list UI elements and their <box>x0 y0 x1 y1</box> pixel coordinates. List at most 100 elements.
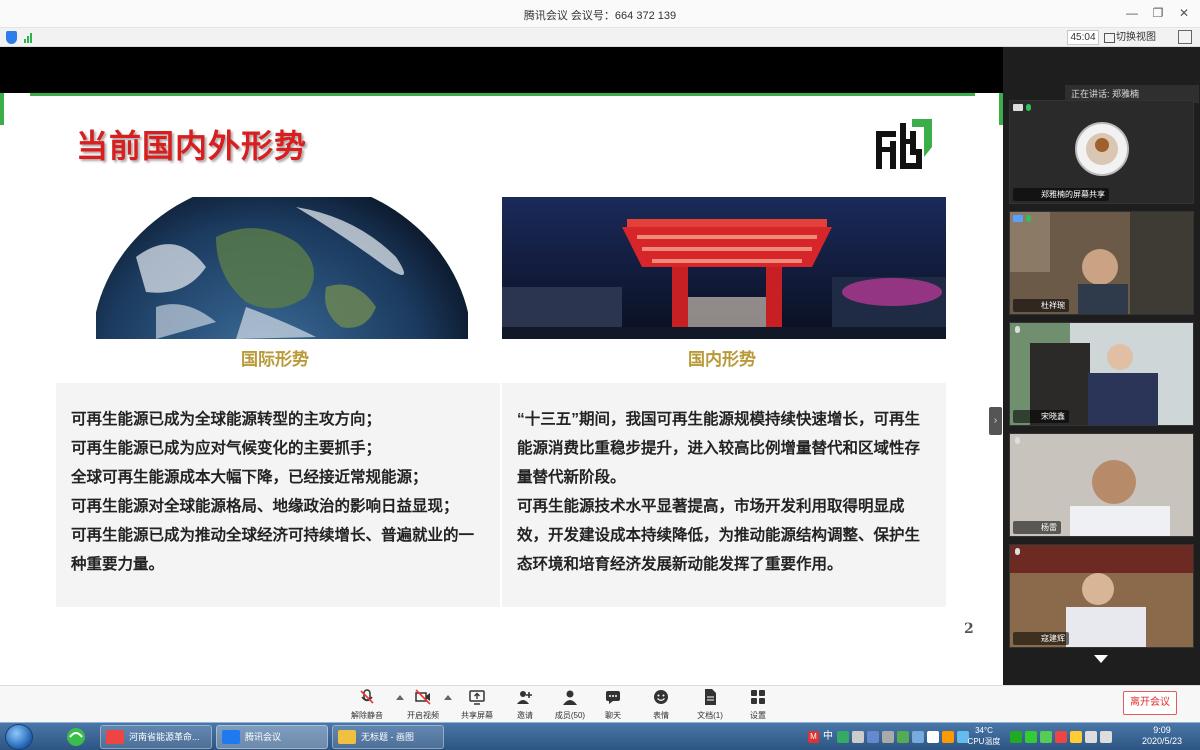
share-screen-icon <box>469 690 485 705</box>
tray-icon[interactable] <box>1055 731 1067 743</box>
document-icon <box>705 689 716 705</box>
tray-icon[interactable] <box>942 731 954 743</box>
cpu-temp-label: CPU温度 <box>967 737 1001 746</box>
mic-on-icon <box>1026 215 1031 222</box>
close-icon[interactable]: ✕ <box>1176 4 1192 22</box>
participant-tile[interactable]: 郑雅楠的屏幕共享 <box>1009 100 1194 204</box>
title-bar: 腾讯会议 会议号：664 372 139 — ❐ ✕ <box>0 0 1200 28</box>
participant-tile[interactable]: 杨雷 <box>1009 433 1194 537</box>
cpu-temp-value: 34°C <box>975 726 993 735</box>
unmute-button[interactable]: 解除静音 <box>342 688 392 721</box>
chat-icon <box>606 691 620 704</box>
participant-name: 寇建辉 <box>1013 632 1069 645</box>
volume-icon[interactable] <box>1100 731 1112 743</box>
mic-muted-icon <box>360 689 374 704</box>
domestic-panel: “十三五”期间，我国可再生能源规模持续快速增长，可再生能源消费比重稳步提升，进入… <box>502 383 946 607</box>
taskbar-item-paint[interactable]: 无标题 - 画图 <box>332 725 444 749</box>
slide-title: 当前国内外形势 <box>76 128 308 164</box>
chat-label: 聊天 <box>605 711 621 720</box>
tray-icon[interactable] <box>1040 731 1052 743</box>
network-icon[interactable] <box>1085 731 1097 743</box>
invite-button[interactable]: 邀请 <box>500 688 550 721</box>
system-clock[interactable]: 9:09 2020/5/23 <box>1128 725 1196 747</box>
chat-button[interactable]: 聊天 <box>588 688 638 721</box>
domestic-caption: 国内形势 <box>688 350 756 370</box>
network-signal-icon[interactable] <box>24 32 32 43</box>
taskbar-item-label: 腾讯会议 <box>245 732 282 742</box>
taskbar-item-tencent-meeting[interactable]: 腾讯会议 <box>216 725 328 749</box>
earth-image <box>96 197 468 339</box>
settings-label: 设置 <box>750 711 766 720</box>
international-panel: 可再生能源已成为全球能源转型的主攻方向； 可再生能源已成为应对气候变化的主要抓手… <box>56 383 500 607</box>
documents-button[interactable]: 文档(1) <box>685 688 735 721</box>
participant-name: 宋晓鑫 <box>1013 410 1069 423</box>
international-caption: 国际形势 <box>241 350 309 370</box>
fullscreen-icon[interactable] <box>1178 30 1192 44</box>
restore-icon[interactable]: ❐ <box>1150 4 1166 22</box>
tray-icon[interactable] <box>1025 731 1037 743</box>
mic-muted-icon <box>1015 326 1020 333</box>
collapse-panel-button[interactable]: › <box>989 407 1002 435</box>
minimize-icon[interactable]: — <box>1124 4 1140 22</box>
participant-name: 杨雷 <box>1013 521 1061 534</box>
participant-tile[interactable]: 杜祥琬 <box>1009 211 1194 315</box>
video-options-caret-icon[interactable] <box>444 695 452 700</box>
unmute-label: 解除静音 <box>351 711 383 720</box>
meeting-toolbar: 解除静音 开启视频 共享屏幕 邀请 成员(50) 聊天 表情 文档(1) 设置 … <box>0 685 1200 722</box>
participant-tile[interactable]: 寇建辉 <box>1009 544 1194 648</box>
reactions-button[interactable]: 表情 <box>636 688 686 721</box>
tencent-meeting-icon <box>222 730 240 744</box>
slide-page-number: 2 <box>964 621 974 637</box>
taskbar-item-label: 无标题 - 画图 <box>361 732 414 742</box>
settings-grid-icon <box>751 690 765 704</box>
mic-on-icon <box>1026 104 1031 111</box>
tray-icon[interactable] <box>1010 731 1022 743</box>
tray-icon[interactable] <box>852 731 864 743</box>
slide-edge-left <box>0 93 4 125</box>
participant-video-panel: 正在讲话: 郑雅楠 郑雅楠的屏幕共享 杜祥琬 宋晓鑫 杨雷 寇建辉 <box>1003 47 1200 685</box>
clock-time: 9:09 <box>1153 725 1171 735</box>
international-text: 可再生能源已成为全球能源转型的主攻方向； 可再生能源已成为应对气候变化的主要抓手… <box>71 411 475 573</box>
participant-tile[interactable]: 宋晓鑫 <box>1009 322 1194 426</box>
tray-icon[interactable] <box>867 731 879 743</box>
start-menu-icon[interactable] <box>5 724 33 750</box>
window-title: 腾讯会议 会议号：664 372 139 <box>523 10 677 22</box>
tray-icon[interactable] <box>1070 731 1082 743</box>
tray-icon[interactable] <box>882 731 894 743</box>
camera-off-icon <box>415 689 431 705</box>
ime-mode-indicator[interactable]: 中 <box>822 731 834 743</box>
mic-muted-icon <box>1015 548 1020 555</box>
domestic-text: “十三五”期间，我国可再生能源规模持续快速增长，可再生能源消费比重稳步提升，进入… <box>517 411 921 573</box>
tray-icon[interactable] <box>837 731 849 743</box>
china-pavilion-image <box>502 197 946 339</box>
security-shield-icon[interactable] <box>6 31 17 44</box>
settings-button[interactable]: 设置 <box>733 688 783 721</box>
windows-taskbar: 河南省能源革命... 腾讯会议 无标题 - 画图 M 中 34°C CPU温度 <box>0 722 1200 750</box>
system-tray: M 中 <box>808 725 969 749</box>
tray-icon[interactable] <box>897 731 909 743</box>
switch-view-button[interactable]: 切换视图 <box>1102 30 1156 45</box>
clock-date: 2020/5/23 <box>1141 736 1183 746</box>
tray-icon[interactable] <box>927 731 939 743</box>
camera-icon <box>1013 215 1023 222</box>
leave-meeting-button[interactable]: 离开会议 <box>1123 691 1177 715</box>
presentation-slide: 当前国内外形势 国际形势 国内形势 可再生能源已成为全球能源转型的主攻方向； 可… <box>0 93 1003 702</box>
start-video-label: 开启视频 <box>407 711 439 720</box>
emoji-icon <box>654 690 668 704</box>
slide-top-rule <box>30 93 975 96</box>
taskbar-item-pdf[interactable]: 河南省能源革命... <box>100 725 212 749</box>
browser-icon[interactable] <box>58 725 94 749</box>
company-logo <box>876 119 932 169</box>
participant-name: 郑雅楠的屏幕共享 <box>1013 188 1109 201</box>
more-participants-arrow-icon[interactable] <box>1094 655 1108 663</box>
members-icon <box>563 690 577 705</box>
participant-name: 杜祥琬 <box>1013 299 1069 312</box>
meeting-timer: 45:04 <box>1067 30 1099 45</box>
start-video-button[interactable]: 开启视频 <box>398 688 448 721</box>
ime-logo-icon[interactable]: M <box>808 731 819 743</box>
invite-label: 邀请 <box>517 711 533 720</box>
tray-icon[interactable] <box>912 731 924 743</box>
documents-label: 文档(1) <box>697 711 723 720</box>
shared-screen-area: 当前国内外形势 国际形势 国内形势 可再生能源已成为全球能源转型的主攻方向； 可… <box>0 47 1003 702</box>
share-screen-button[interactable]: 共享屏幕 <box>452 688 502 721</box>
